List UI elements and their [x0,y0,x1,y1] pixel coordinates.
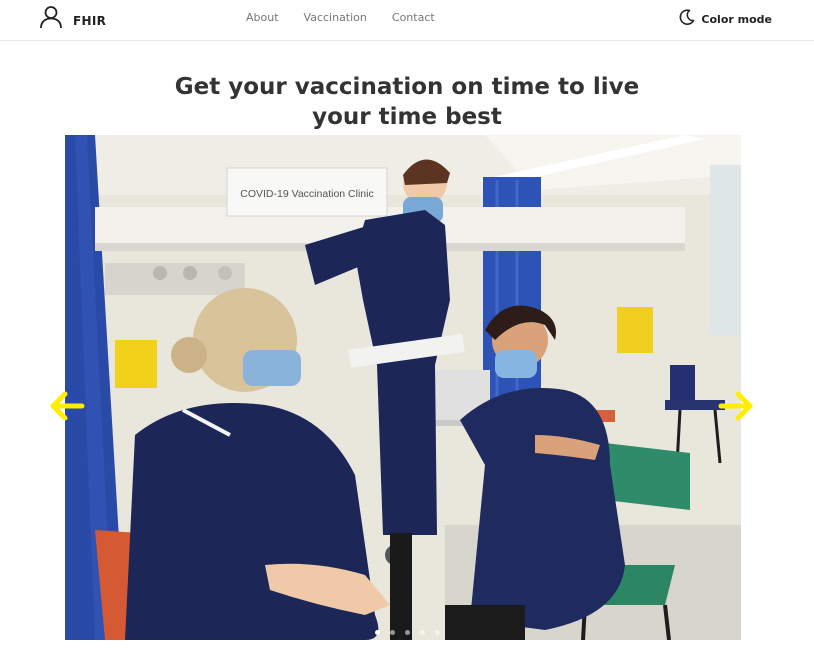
brand-name: FHIR [73,14,107,28]
carousel-indicator-4[interactable] [419,630,425,635]
carousel-prev-button[interactable] [49,388,85,424]
carousel-indicator-2[interactable] [389,630,395,635]
clinic-sign-text: COVID-19 Vaccination Clinic [240,188,373,200]
nav-link-vaccination[interactable]: Vaccination [304,11,367,24]
carousel-next-button[interactable] [718,388,754,424]
moon-icon [678,8,696,30]
color-mode-toggle[interactable]: Color mode [678,8,772,30]
page-title: Get your vaccination on time to live you… [0,72,814,132]
vaccination-photo: COVID-19 Vaccination Clinic [65,135,741,640]
carousel-indicator-1[interactable] [374,630,380,635]
carousel-slide: COVID-19 Vaccination Clinic [65,135,741,640]
page-title-line-2: your time best [312,104,502,130]
carousel-indicator-3[interactable] [404,630,410,635]
arrow-right-icon [718,391,753,421]
color-mode-label: Color mode [701,12,772,26]
nav-links: About Vaccination Contact [246,11,460,24]
carousel-indicator-5[interactable] [434,630,440,635]
carousel-indicators [0,630,814,635]
arrow-left-icon [50,391,85,421]
page-title-line-1: Get your vaccination on time to live [174,74,640,100]
image-carousel: COVID-19 Vaccination Clinic [0,135,814,640]
nav-link-about[interactable]: About [246,11,279,24]
nav-link-contact[interactable]: Contact [392,11,435,24]
user-icon [38,4,64,34]
brand[interactable]: FHIR [38,6,106,32]
navbar: FHIR About Vaccination Contact Color mod… [0,0,814,41]
